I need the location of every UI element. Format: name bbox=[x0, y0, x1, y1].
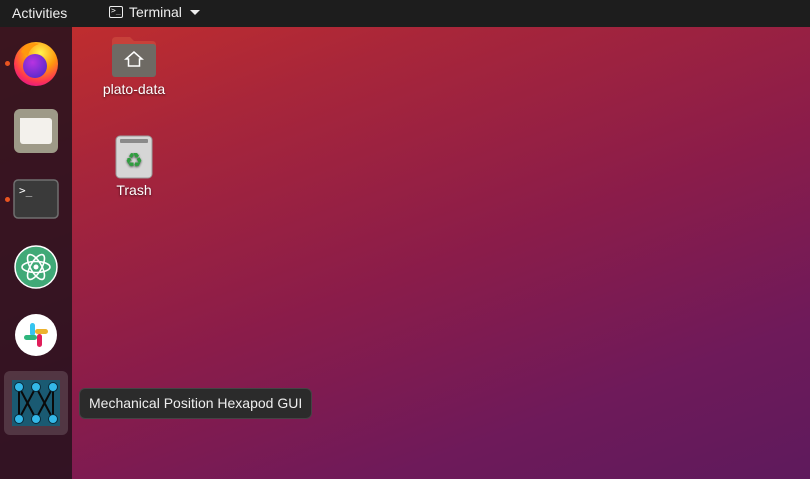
dock-item-terminal[interactable]: >_ bbox=[4, 167, 68, 231]
top-bar: Activities >_ Terminal bbox=[0, 0, 810, 27]
hexapod-icon bbox=[12, 380, 60, 426]
svg-text:>_: >_ bbox=[19, 184, 33, 197]
terminal-icon: >_ bbox=[13, 179, 59, 219]
trash-icon: ♻ bbox=[115, 135, 153, 179]
dock-item-hexapod-gui[interactable] bbox=[4, 371, 68, 435]
svg-text:♻: ♻ bbox=[125, 148, 143, 172]
slack-icon bbox=[15, 314, 57, 356]
dock-item-atom[interactable] bbox=[4, 235, 68, 299]
firefox-icon bbox=[14, 42, 58, 86]
dock-item-firefox[interactable] bbox=[4, 31, 68, 95]
chevron-down-icon bbox=[189, 9, 200, 15]
desktop-icon-trash[interactable]: ♻ Trash bbox=[96, 134, 172, 198]
dock-tooltip: Mechanical Position Hexapod GUI bbox=[79, 388, 313, 419]
dock-item-files[interactable] bbox=[4, 99, 68, 163]
files-folder-icon bbox=[14, 109, 58, 153]
dock: >_ bbox=[0, 27, 72, 479]
desktop-icon-plato-data[interactable]: plato-data bbox=[96, 35, 172, 97]
atom-icon bbox=[14, 245, 58, 289]
app-menu-label: Terminal bbox=[129, 4, 182, 20]
dock-item-slack[interactable] bbox=[4, 303, 68, 367]
desktop-icon-label: Trash bbox=[116, 182, 152, 198]
terminal-mini-icon: >_ bbox=[109, 6, 123, 18]
home-folder-icon bbox=[112, 37, 156, 77]
activities-button[interactable]: Activities bbox=[12, 5, 67, 21]
desktop-icon-label: plato-data bbox=[102, 81, 166, 97]
app-menu[interactable]: >_ Terminal bbox=[109, 4, 200, 20]
